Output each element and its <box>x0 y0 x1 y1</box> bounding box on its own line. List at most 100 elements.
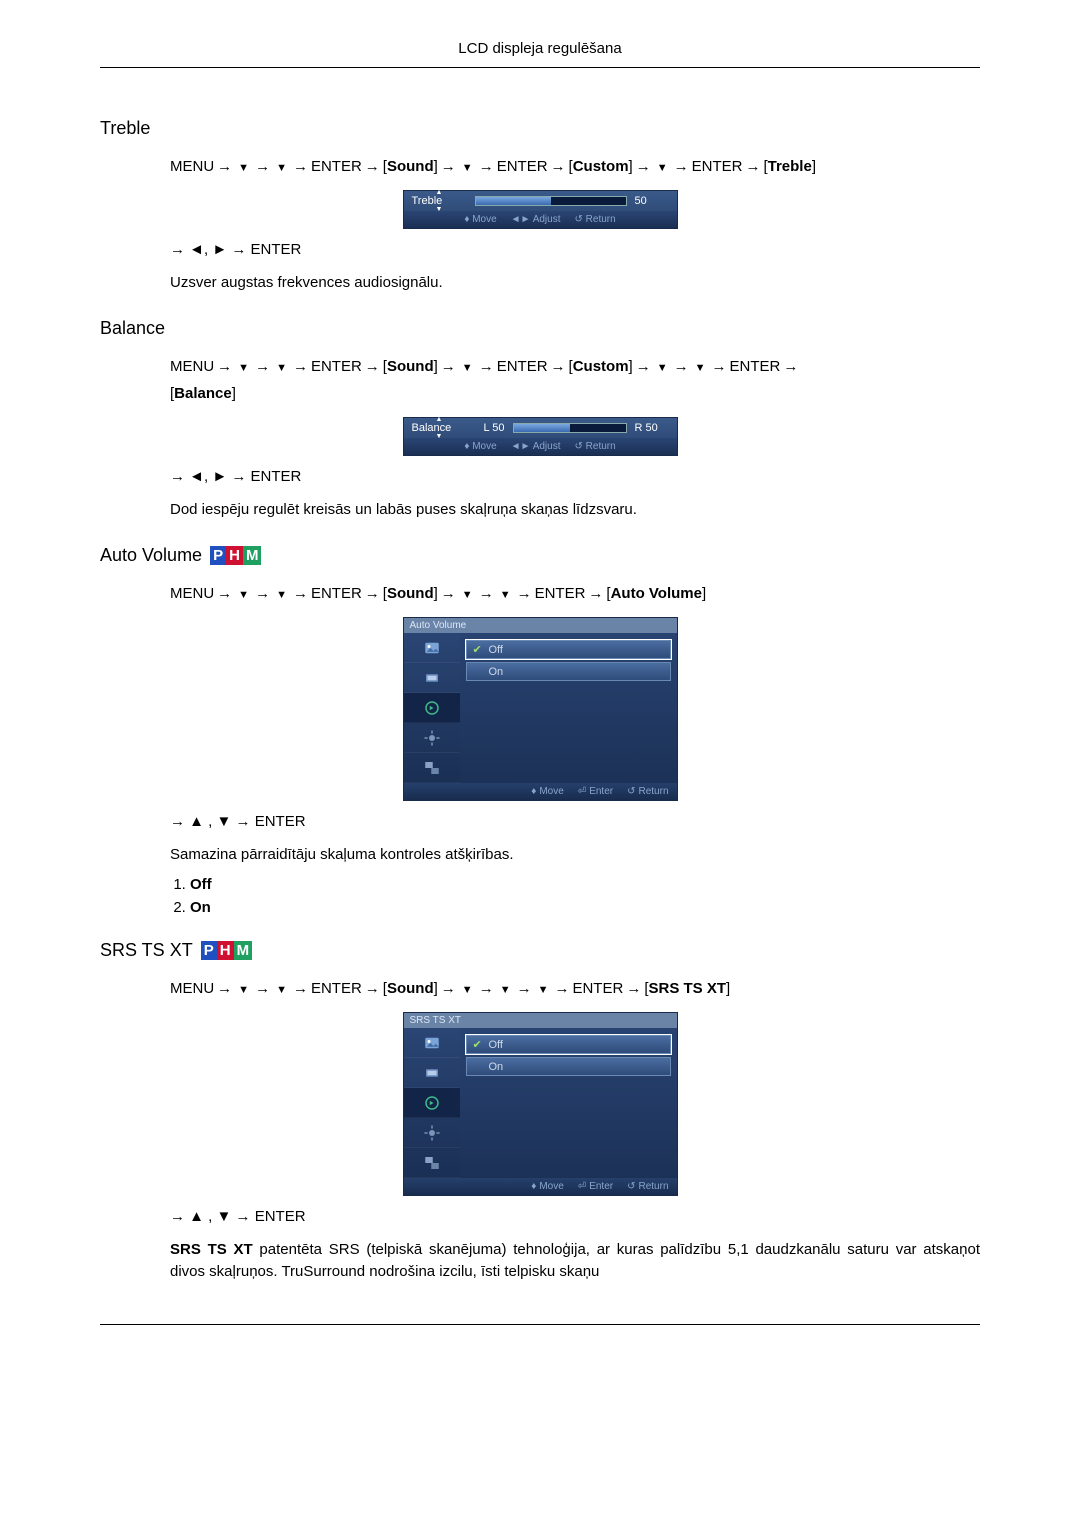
option-off-label: Off <box>489 1039 503 1051</box>
osd-options: ✔Off ✔On <box>460 1028 677 1178</box>
page-footer-rule <box>100 1324 980 1325</box>
osd-menu-title: Auto Volume <box>404 618 677 633</box>
menu-icon-multi[interactable] <box>404 1148 460 1178</box>
osd-menu-title: SRS TS XT <box>404 1013 677 1028</box>
option-off[interactable]: ✔Off <box>466 640 671 659</box>
menu-icon-picture[interactable] <box>404 1028 460 1058</box>
osd-hint-bar: ♦ Move ⏎ Enter ↺ Return <box>404 1178 677 1195</box>
menu-label: MENU <box>170 358 214 375</box>
osd-slider-track[interactable] <box>513 423 627 433</box>
desc-balance: Dod iespēju regulēt kreisās un labās pus… <box>170 499 980 522</box>
enter-label: ENTER <box>497 358 548 375</box>
section-heading-balance: Balance <box>100 318 980 339</box>
phm-badge-icon: PHM <box>201 941 252 960</box>
osd-balance: ▲ Balance ▼ L 50 R 50 ♦ Move ◄► Adjust ↺… <box>403 417 678 456</box>
heading-text: SRS TS XT <box>100 940 193 961</box>
page-header: LCD displeja regulēšana <box>100 40 980 68</box>
menu-icon-multi[interactable] <box>404 753 460 783</box>
menu-icon-setup[interactable] <box>404 1118 460 1148</box>
heading-text: Balance <box>100 318 165 339</box>
adjust-line-autovolume: → ▲ , ▼ → ENTER <box>170 811 980 834</box>
list-on: On <box>190 899 211 916</box>
custom-label: Custom <box>573 158 629 175</box>
srs-desc-rest: patentēta SRS (telpiskā skanējuma) tehno… <box>170 1241 980 1281</box>
desc-treble: Uzsver augstas frekvences audiosignālu. <box>170 272 980 295</box>
menu-icon-setup[interactable] <box>404 723 460 753</box>
menu-path-treble: MENU→▼→▼→ENTER→[Sound]→▼→ENTER→[Custom]→… <box>170 153 980 180</box>
osd-treble: ▲ Treble ▼ 50 ♦ Move ◄► Adjust ↺ Return <box>403 190 678 229</box>
option-on-label: On <box>489 1061 504 1073</box>
balance-target: Balance <box>174 385 232 402</box>
enter-label: ENTER <box>692 158 743 175</box>
hint-move: Move <box>472 441 496 452</box>
sound-label: Sound <box>387 980 434 997</box>
hint-return: Return <box>586 214 616 225</box>
sound-label: Sound <box>387 358 434 375</box>
srs-bold-prefix: SRS TS XT <box>170 1241 253 1258</box>
osd-options: ✔Off ✔On <box>460 633 677 783</box>
section-heading-autovolume: Auto Volume PHM <box>100 545 980 566</box>
menu-icon-sound[interactable] <box>404 1088 460 1118</box>
desc-srs: SRS TS XT patentēta SRS (telpiskā skanēj… <box>170 1239 980 1284</box>
osd-label-text: Balance <box>412 422 452 434</box>
osd-hint-bar: ♦ Move ◄► Adjust ↺ Return <box>404 438 677 455</box>
autovolume-target: Auto Volume <box>611 585 702 602</box>
option-off[interactable]: ✔Off <box>466 1035 671 1054</box>
hint-move: Move <box>539 786 563 797</box>
adjust-line-treble: → ◄, ► → ENTER <box>170 239 980 262</box>
adjust-line-srs: → ▲ , ▼ → ENTER <box>170 1206 980 1229</box>
enter-label: ENTER <box>535 585 586 602</box>
enter-label: ENTER <box>497 158 548 175</box>
menu-icon-input[interactable] <box>404 1058 460 1088</box>
option-on[interactable]: ✔On <box>466 1057 671 1076</box>
osd-slider-fill <box>476 197 551 205</box>
section-heading-treble: Treble <box>100 118 980 139</box>
enter-label: ENTER <box>730 358 781 375</box>
option-on[interactable]: ✔On <box>466 662 671 681</box>
osd-hint-bar: ♦ Move ⏎ Enter ↺ Return <box>404 783 677 800</box>
osd-slider-label: ▲ Balance ▼ <box>412 422 467 434</box>
menu-icon-picture[interactable] <box>404 633 460 663</box>
enter-label: ENTER <box>311 358 362 375</box>
phm-badge-icon: PHM <box>210 546 261 565</box>
menu-icon-sound[interactable] <box>404 693 460 723</box>
hint-move: Move <box>539 1181 563 1192</box>
menu-path-balance: MENU→▼→▼→ENTER→[Sound]→▼→ENTER→[Custom]→… <box>170 353 980 407</box>
desc-autovolume: Samazina pārraidītāju skaļuma kontroles … <box>170 844 980 867</box>
osd-slider-value: 50 <box>635 195 669 207</box>
sound-label: Sound <box>387 585 434 602</box>
hint-return: Return <box>638 786 668 797</box>
enter-label: ENTER <box>311 980 362 997</box>
section-heading-srs: SRS TS XT PHM <box>100 940 980 961</box>
hint-enter: Enter <box>589 786 613 797</box>
treble-target: Treble <box>768 158 812 175</box>
custom-label: Custom <box>573 358 629 375</box>
option-off-label: Off <box>489 644 503 656</box>
adjust-line-balance: → ◄, ► → ENTER <box>170 466 980 489</box>
menu-label: MENU <box>170 585 214 602</box>
osd-slider-track[interactable] <box>475 196 627 206</box>
hint-return: Return <box>586 441 616 452</box>
menu-path-srs: MENU→▼→▼→ENTER→[Sound]→▼→▼→▼→ENTER→[SRS … <box>170 975 980 1002</box>
hint-adjust: Adjust <box>533 441 561 452</box>
srs-target: SRS TS XT <box>648 980 726 997</box>
hint-enter: Enter <box>589 1181 613 1192</box>
heading-text: Auto Volume <box>100 545 202 566</box>
osd-icon-column <box>404 1028 460 1178</box>
osd-slider-label: ▲ Treble ▼ <box>412 195 467 207</box>
menu-label: MENU <box>170 980 214 997</box>
osd-l-value: L 50 <box>475 422 505 434</box>
option-on-label: On <box>489 666 504 678</box>
osd-hint-bar: ♦ Move ◄► Adjust ↺ Return <box>404 211 677 228</box>
enter-label: ENTER <box>572 980 623 997</box>
enter-label: ENTER <box>311 158 362 175</box>
hint-return: Return <box>638 1181 668 1192</box>
list-item: On <box>190 899 980 916</box>
list-item: Off <box>190 876 980 893</box>
osd-autovolume: Auto Volume ✔Off ✔On ♦ Move ⏎ Enter ↺ Re… <box>403 617 678 801</box>
menu-label: MENU <box>170 158 214 175</box>
heading-text: Treble <box>100 118 150 139</box>
enter-label: ENTER <box>311 585 362 602</box>
osd-srs: SRS TS XT ✔Off ✔On ♦ Move ⏎ Enter ↺ Retu… <box>403 1012 678 1196</box>
menu-icon-input[interactable] <box>404 663 460 693</box>
